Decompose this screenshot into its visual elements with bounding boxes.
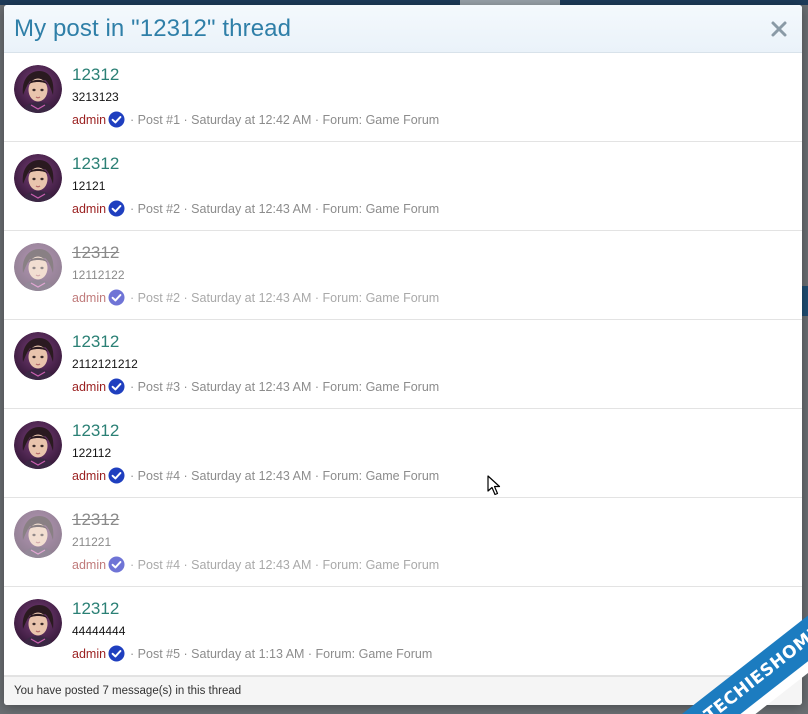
verified-icon bbox=[108, 200, 125, 217]
post-meta-text: · Post #3 · Saturday at 12:43 AM · Forum… bbox=[130, 379, 440, 394]
post-meta-text: · Post #4 · Saturday at 12:43 AM · Forum… bbox=[130, 557, 440, 572]
post-body: 12312 122112 admin · Post #4 · Saturday … bbox=[72, 421, 792, 484]
post-body: 12312 12112122 admin · Post #2 · Saturda… bbox=[72, 243, 792, 306]
post-meta-text: · Post #2 · Saturday at 12:43 AM · Forum… bbox=[130, 201, 440, 216]
author-link[interactable]: admin bbox=[72, 646, 106, 662]
post-meta: admin · Post #1 · Saturday at 12:42 AM ·… bbox=[72, 111, 792, 128]
post-snippet: 2112121212 bbox=[72, 357, 138, 371]
post-snippet: 211221 bbox=[72, 535, 112, 549]
post-snippet: 12121 bbox=[72, 179, 106, 193]
author-link[interactable]: admin bbox=[72, 379, 106, 395]
verified-icon bbox=[108, 467, 125, 484]
post-meta-text: · Post #5 · Saturday at 1:13 AM · Forum:… bbox=[130, 646, 433, 661]
post-snippet: 122112 bbox=[72, 446, 112, 460]
verified-icon bbox=[108, 289, 125, 306]
author-link[interactable]: admin bbox=[72, 201, 106, 217]
post-title-link[interactable]: 12312 bbox=[72, 243, 792, 263]
avatar[interactable] bbox=[14, 510, 62, 558]
list-item[interactable]: 12312 122112 admin · Post #4 · Saturday … bbox=[4, 409, 802, 498]
list-item[interactable]: 12312 2112121212 admin · Post #3 · Satur… bbox=[4, 320, 802, 409]
verified-icon bbox=[108, 111, 125, 128]
post-title-link[interactable]: 12312 bbox=[72, 510, 792, 530]
list-item[interactable]: 12312 3213123 admin · Post #1 · Saturday… bbox=[4, 53, 802, 142]
post-body: 12312 12121 admin · Post #2 · Saturday a… bbox=[72, 154, 792, 217]
author-link[interactable]: admin bbox=[72, 112, 106, 128]
watermark-text: TECHIESHOME.COM bbox=[682, 572, 808, 714]
post-meta-text: · Post #1 · Saturday at 12:42 AM · Forum… bbox=[130, 112, 440, 127]
post-title-link[interactable]: 12312 bbox=[72, 154, 792, 174]
list-item[interactable]: 12312 12112122 admin · Post #2 · Saturda… bbox=[4, 231, 802, 320]
post-body: 12312 2112121212 admin · Post #3 · Satur… bbox=[72, 332, 792, 395]
post-meta: admin · Post #3 · Saturday at 12:43 AM ·… bbox=[72, 378, 792, 395]
post-snippet: 12112122 bbox=[72, 268, 125, 282]
post-meta: admin · Post #4 · Saturday at 12:43 AM ·… bbox=[72, 467, 792, 484]
avatar[interactable] bbox=[14, 332, 62, 380]
author-link[interactable]: admin bbox=[72, 557, 106, 573]
avatar[interactable] bbox=[14, 421, 62, 469]
avatar[interactable] bbox=[14, 243, 62, 291]
post-title-link[interactable]: 12312 bbox=[72, 65, 792, 85]
post-meta-text: · Post #4 · Saturday at 12:43 AM · Forum… bbox=[130, 468, 440, 483]
modal-header: My post in "12312" thread bbox=[4, 5, 802, 53]
verified-icon bbox=[108, 378, 125, 395]
post-title-link[interactable]: 12312 bbox=[72, 332, 792, 352]
list-item[interactable]: 12312 12121 admin · Post #2 · Saturday a… bbox=[4, 142, 802, 231]
close-icon[interactable] bbox=[766, 16, 792, 42]
author-link[interactable]: admin bbox=[72, 290, 106, 306]
modal-title: My post in "12312" thread bbox=[14, 14, 292, 42]
mouse-cursor-icon bbox=[487, 475, 501, 496]
verified-icon bbox=[108, 556, 125, 573]
post-snippet: 3213123 bbox=[72, 90, 119, 104]
author-link[interactable]: admin bbox=[72, 468, 106, 484]
avatar[interactable] bbox=[14, 154, 62, 202]
post-title-link[interactable]: 12312 bbox=[72, 421, 792, 441]
footer-text: You have posted 7 message(s) in this thr… bbox=[14, 685, 242, 697]
post-meta: admin · Post #2 · Saturday at 12:43 AM ·… bbox=[72, 200, 792, 217]
avatar[interactable] bbox=[14, 65, 62, 113]
post-meta-text: · Post #2 · Saturday at 12:43 AM · Forum… bbox=[130, 290, 440, 305]
post-body: 12312 3213123 admin · Post #1 · Saturday… bbox=[72, 65, 792, 128]
verified-icon bbox=[108, 645, 125, 662]
avatar[interactable] bbox=[14, 599, 62, 647]
post-meta: admin · Post #2 · Saturday at 12:43 AM ·… bbox=[72, 289, 792, 306]
watermark: TECHIESHOME.COM bbox=[668, 564, 808, 714]
